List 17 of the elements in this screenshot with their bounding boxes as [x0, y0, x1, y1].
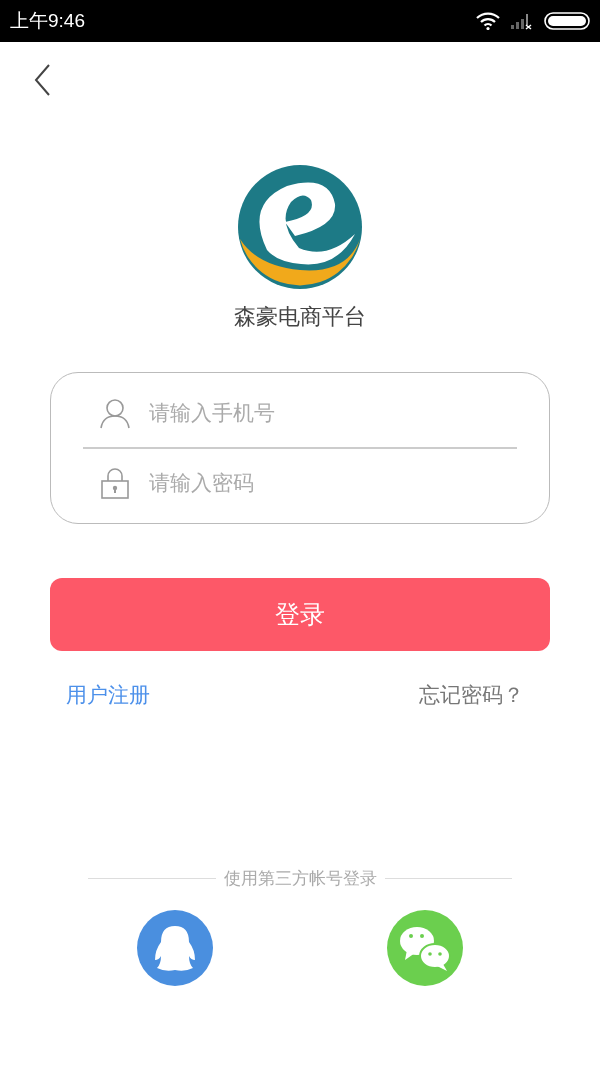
status-time: 上午9:46 [10, 9, 85, 33]
penguin-icon[interactable] [137, 910, 213, 986]
brand-name: 森豪电商平台 [234, 303, 366, 331]
password-field[interactable]: 请输入密码 [149, 467, 517, 499]
user-icon [99, 397, 131, 429]
third-party-label: 使用第三方帐号登录 [223, 867, 377, 890]
signal-icon [510, 12, 534, 30]
battery-icon [544, 12, 590, 30]
lock-icon [99, 467, 131, 499]
register-link[interactable]: 用户注册 [66, 681, 150, 709]
wifi-icon [476, 12, 500, 30]
login-button[interactable]: 登录 [50, 578, 550, 651]
forgot-password-link[interactable]: 忘记密码？ [419, 681, 524, 709]
logo-icon [237, 164, 363, 290]
phone-field[interactable]: 请输入手机号 [149, 397, 517, 429]
back-icon[interactable] [34, 64, 50, 96]
chat-bubbles-icon[interactable] [387, 910, 463, 986]
